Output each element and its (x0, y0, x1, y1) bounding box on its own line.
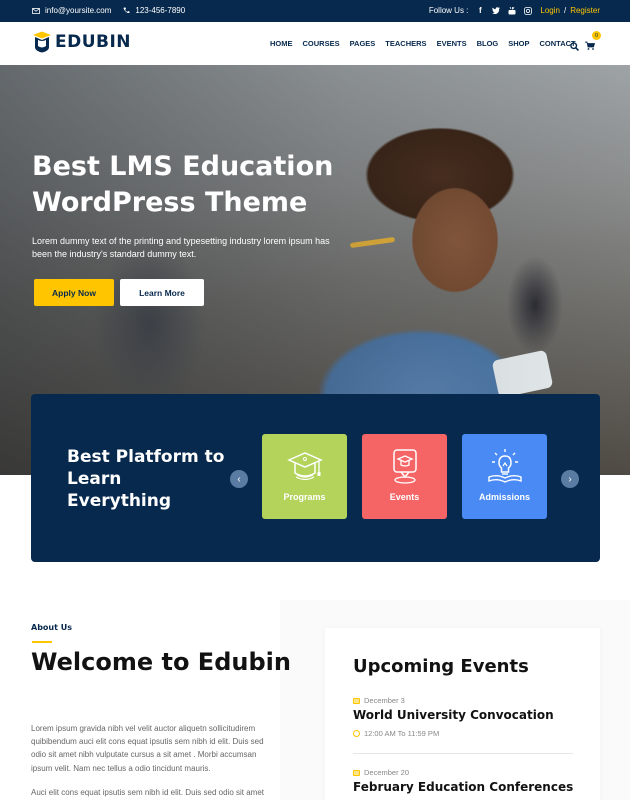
event-title[interactable]: February Education Conferences (353, 780, 573, 794)
event-time: 12:00 AM To 11:59 PM (353, 729, 439, 738)
email-text: info@yoursite.com (45, 6, 112, 15)
card-label: Admissions (478, 492, 530, 502)
youtube-icon[interactable] (508, 6, 516, 15)
card-label: Events (389, 492, 420, 502)
cart-button[interactable]: 0 (585, 31, 601, 55)
auth-links: Login / Register (540, 6, 600, 15)
event-date-text: December 3 (364, 696, 405, 705)
social-links: f (476, 6, 533, 15)
envelope-icon (32, 7, 40, 14)
main-header: EDUBIN HOME COURSES PAGES TEACHERS EVENT… (0, 22, 630, 65)
cart-count-badge: 0 (592, 31, 601, 40)
nav-home[interactable]: HOME (270, 39, 293, 48)
nav-pages[interactable]: PAGES (350, 39, 376, 48)
calendar-icon (353, 769, 360, 776)
carousel-next-button[interactable]: › (561, 470, 579, 488)
auth-separator: / (563, 6, 567, 15)
event-divider (353, 753, 573, 754)
instagram-icon[interactable] (524, 6, 533, 15)
hero-title: Best LMS Education WordPress Theme (32, 151, 334, 218)
register-link[interactable]: Register (570, 6, 600, 15)
nav-blog[interactable]: BLOG (477, 39, 499, 48)
nav-shop[interactable]: SHOP (508, 39, 529, 48)
cart-icon (585, 41, 596, 50)
card-programs[interactable]: Programs (262, 434, 347, 519)
calendar-icon (353, 697, 360, 704)
platform-title: Best Platform to Learn Everything (67, 447, 225, 511)
topbar-right: Follow Us : f Login / Register (429, 6, 600, 15)
lightbulb-book-icon (487, 449, 522, 483)
about-paragraph-1: Lorem ipsum gravida nibh vel velit aucto… (31, 724, 264, 773)
nav-events[interactable]: EVENTS (437, 39, 467, 48)
chevron-left-icon: ‹ (237, 473, 241, 485)
event-date: December 3 (353, 696, 405, 705)
event-title[interactable]: World University Convocation (353, 708, 554, 722)
carousel-prev-button[interactable]: ‹ (230, 470, 248, 488)
upcoming-events-panel: Upcoming Events December 3 World Univers… (325, 628, 600, 800)
event-time-text: 12:00 AM To 11:59 PM (364, 729, 440, 738)
login-link[interactable]: Login (540, 6, 560, 15)
facebook-icon[interactable]: f (476, 6, 484, 15)
phone-icon (123, 7, 130, 14)
graduation-cap-icon (286, 452, 323, 481)
search-icon[interactable] (570, 41, 579, 51)
about-kicker: About Us (31, 623, 72, 632)
header-icons: 0 (570, 31, 601, 55)
phone-text: 123-456-7890 (135, 6, 186, 15)
card-admissions[interactable]: Admissions (462, 434, 547, 519)
contact-info: info@yoursite.com 123-456-7890 (32, 6, 185, 15)
logo[interactable]: EDUBIN (32, 31, 131, 53)
top-bar: info@yoursite.com 123-456-7890 Follow Us… (0, 0, 630, 22)
nav-courses[interactable]: COURSES (303, 39, 340, 48)
location-cap-icon (392, 449, 417, 484)
event-date-text: December 20 (364, 768, 410, 777)
event-date: December 20 (353, 768, 409, 777)
chevron-right-icon: › (568, 473, 572, 485)
events-title: Upcoming Events (353, 656, 529, 677)
nav-teachers[interactable]: TEACHERS (385, 39, 426, 48)
learn-more-button[interactable]: Learn More (120, 279, 204, 306)
phone-item[interactable]: 123-456-7890 (123, 6, 185, 15)
card-label: Programs (283, 492, 326, 502)
about-paragraph-2: Auci elit cons equat ipsutis sem nibh id… (31, 788, 265, 797)
email-item[interactable]: info@yoursite.com (32, 6, 111, 15)
about-title: Welcome to Edubin (31, 648, 291, 676)
logo-icon (33, 31, 51, 53)
clock-icon (353, 730, 360, 737)
logo-text: EDUBIN (55, 32, 132, 52)
card-events[interactable]: Events (362, 434, 447, 519)
main-nav: HOME COURSES PAGES TEACHERS EVENTS BLOG … (270, 39, 576, 48)
hero-subtitle: Lorem dummy text of the printing and typ… (32, 236, 330, 259)
apply-now-button[interactable]: Apply Now (34, 279, 114, 306)
twitter-icon[interactable] (492, 6, 501, 15)
platform-section: Best Platform to Learn Everything ‹ Prog… (31, 394, 600, 562)
about-accent-line (32, 641, 52, 643)
follow-label: Follow Us : (428, 6, 469, 15)
